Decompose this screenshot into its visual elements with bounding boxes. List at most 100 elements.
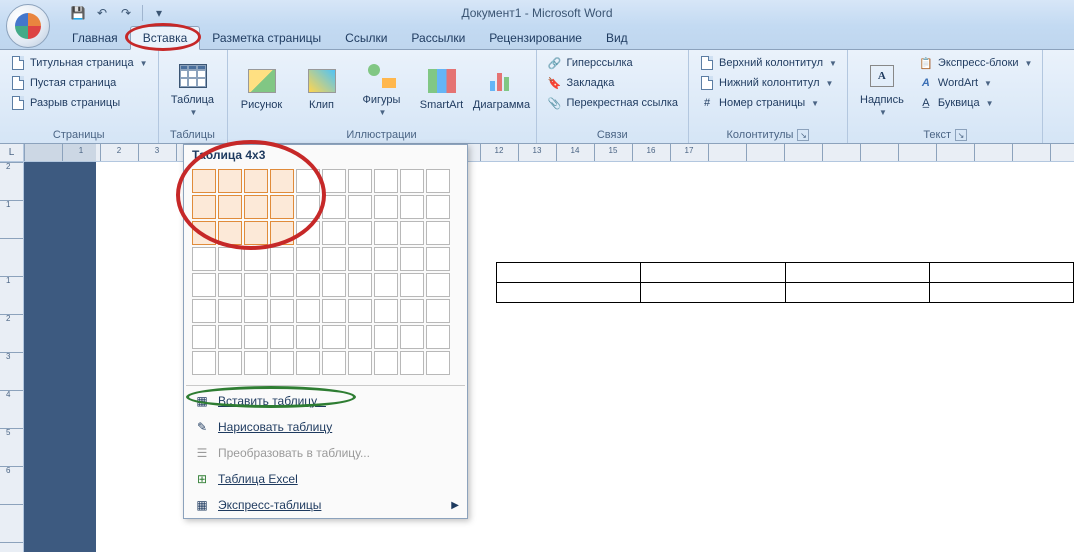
grid-cell[interactable] <box>218 325 242 349</box>
grid-cell[interactable] <box>426 247 450 271</box>
wordart-button[interactable]: AWordArt▼ <box>914 74 1037 92</box>
grid-cell[interactable] <box>192 273 216 297</box>
grid-cell[interactable] <box>374 221 398 245</box>
text-launcher[interactable]: ↘ <box>955 129 967 141</box>
office-button[interactable] <box>6 4 50 48</box>
header-button[interactable]: Верхний колонтитул▼ <box>695 54 841 72</box>
tab-view[interactable]: Вид <box>594 27 640 49</box>
shapes-button[interactable]: Фигуры▼ <box>354 52 410 122</box>
grid-cell[interactable] <box>218 299 242 323</box>
grid-cell[interactable] <box>322 247 346 271</box>
grid-cell[interactable] <box>218 351 242 375</box>
grid-cell[interactable] <box>270 273 294 297</box>
grid-cell[interactable] <box>426 221 450 245</box>
grid-cell[interactable] <box>218 273 242 297</box>
grid-cell[interactable] <box>400 169 424 193</box>
grid-cell[interactable] <box>244 325 268 349</box>
hyperlink-button[interactable]: 🔗Гиперссылка <box>543 54 683 72</box>
grid-cell[interactable] <box>218 195 242 219</box>
grid-cell[interactable] <box>322 195 346 219</box>
grid-cell[interactable] <box>244 247 268 271</box>
grid-cell[interactable] <box>400 221 424 245</box>
quickparts-button[interactable]: 📋Экспресс-блоки▼ <box>914 54 1037 72</box>
tab-references[interactable]: Ссылки <box>333 27 399 49</box>
undo-icon[interactable]: ↶ <box>92 3 112 23</box>
tab-page-layout[interactable]: Разметка страницы <box>200 27 333 49</box>
chart-button[interactable]: Диаграмма <box>474 52 530 122</box>
qat-customize-icon[interactable]: ▾ <box>149 3 169 23</box>
grid-cell[interactable] <box>322 169 346 193</box>
tab-review[interactable]: Рецензирование <box>477 27 594 49</box>
grid-cell[interactable] <box>244 299 268 323</box>
clip-button[interactable]: Клип <box>294 52 350 122</box>
horizontal-ruler[interactable]: 1234567891011121314151617 <box>24 144 1074 162</box>
grid-cell[interactable] <box>218 247 242 271</box>
pagenum-button[interactable]: #Номер страницы▼ <box>695 94 841 112</box>
grid-cell[interactable] <box>192 221 216 245</box>
tab-insert[interactable]: Вставка <box>130 26 201 50</box>
title-page-button[interactable]: Титульная страница▼ <box>6 54 152 72</box>
grid-cell[interactable] <box>192 169 216 193</box>
footer-button[interactable]: Нижний колонтитул▼ <box>695 74 841 92</box>
grid-cell[interactable] <box>296 273 320 297</box>
grid-cell[interactable] <box>244 351 268 375</box>
grid-cell[interactable] <box>374 273 398 297</box>
grid-cell[interactable] <box>348 299 372 323</box>
grid-cell[interactable] <box>374 351 398 375</box>
grid-cell[interactable] <box>296 299 320 323</box>
grid-cell[interactable] <box>244 273 268 297</box>
grid-cell[interactable] <box>296 325 320 349</box>
grid-cell[interactable] <box>192 247 216 271</box>
grid-cell[interactable] <box>426 299 450 323</box>
grid-cell[interactable] <box>348 273 372 297</box>
grid-cell[interactable] <box>270 221 294 245</box>
excel-table-item[interactable]: ⊞ Таблица Excel <box>184 466 467 492</box>
grid-cell[interactable] <box>374 169 398 193</box>
grid-cell[interactable] <box>374 195 398 219</box>
document-table[interactable] <box>496 262 1074 303</box>
insert-table-item[interactable]: ▦ Вставить таблицу... <box>184 388 467 414</box>
grid-cell[interactable] <box>348 247 372 271</box>
grid-cell[interactable] <box>374 299 398 323</box>
grid-cell[interactable] <box>348 195 372 219</box>
grid-cell[interactable] <box>322 273 346 297</box>
grid-cell[interactable] <box>296 169 320 193</box>
table-button[interactable]: Таблица ▼ <box>165 52 221 122</box>
hf-launcher[interactable]: ↘ <box>797 129 809 141</box>
grid-cell[interactable] <box>270 351 294 375</box>
grid-cell[interactable] <box>296 195 320 219</box>
grid-cell[interactable] <box>270 325 294 349</box>
smartart-button[interactable]: SmartArt <box>414 52 470 122</box>
grid-cell[interactable] <box>400 325 424 349</box>
table-size-grid[interactable] <box>192 169 459 375</box>
ruler-corner[interactable]: L <box>0 144 24 162</box>
tab-home[interactable]: Главная <box>60 27 130 49</box>
grid-cell[interactable] <box>374 325 398 349</box>
grid-cell[interactable] <box>296 351 320 375</box>
picture-button[interactable]: Рисунок <box>234 52 290 122</box>
tab-mailings[interactable]: Рассылки <box>399 27 477 49</box>
grid-cell[interactable] <box>426 325 450 349</box>
grid-cell[interactable] <box>192 351 216 375</box>
grid-cell[interactable] <box>322 221 346 245</box>
textbox-button[interactable]: AНадпись▼ <box>854 52 910 122</box>
grid-cell[interactable] <box>348 325 372 349</box>
grid-cell[interactable] <box>218 169 242 193</box>
grid-cell[interactable] <box>296 247 320 271</box>
blank-page-button[interactable]: Пустая страница <box>6 74 152 92</box>
save-icon[interactable]: 💾 <box>68 3 88 23</box>
grid-cell[interactable] <box>270 169 294 193</box>
quick-tables-item[interactable]: ▦ Экспресс-таблицы ▶ <box>184 492 467 518</box>
grid-cell[interactable] <box>400 247 424 271</box>
grid-cell[interactable] <box>244 221 268 245</box>
grid-cell[interactable] <box>270 195 294 219</box>
grid-cell[interactable] <box>270 299 294 323</box>
grid-cell[interactable] <box>374 247 398 271</box>
bookmark-button[interactable]: 🔖Закладка <box>543 74 683 92</box>
grid-cell[interactable] <box>400 273 424 297</box>
grid-cell[interactable] <box>218 221 242 245</box>
draw-table-item[interactable]: ✎ Нарисовать таблицу <box>184 414 467 440</box>
page-break-button[interactable]: Разрыв страницы <box>6 94 152 112</box>
grid-cell[interactable] <box>426 195 450 219</box>
grid-cell[interactable] <box>322 299 346 323</box>
